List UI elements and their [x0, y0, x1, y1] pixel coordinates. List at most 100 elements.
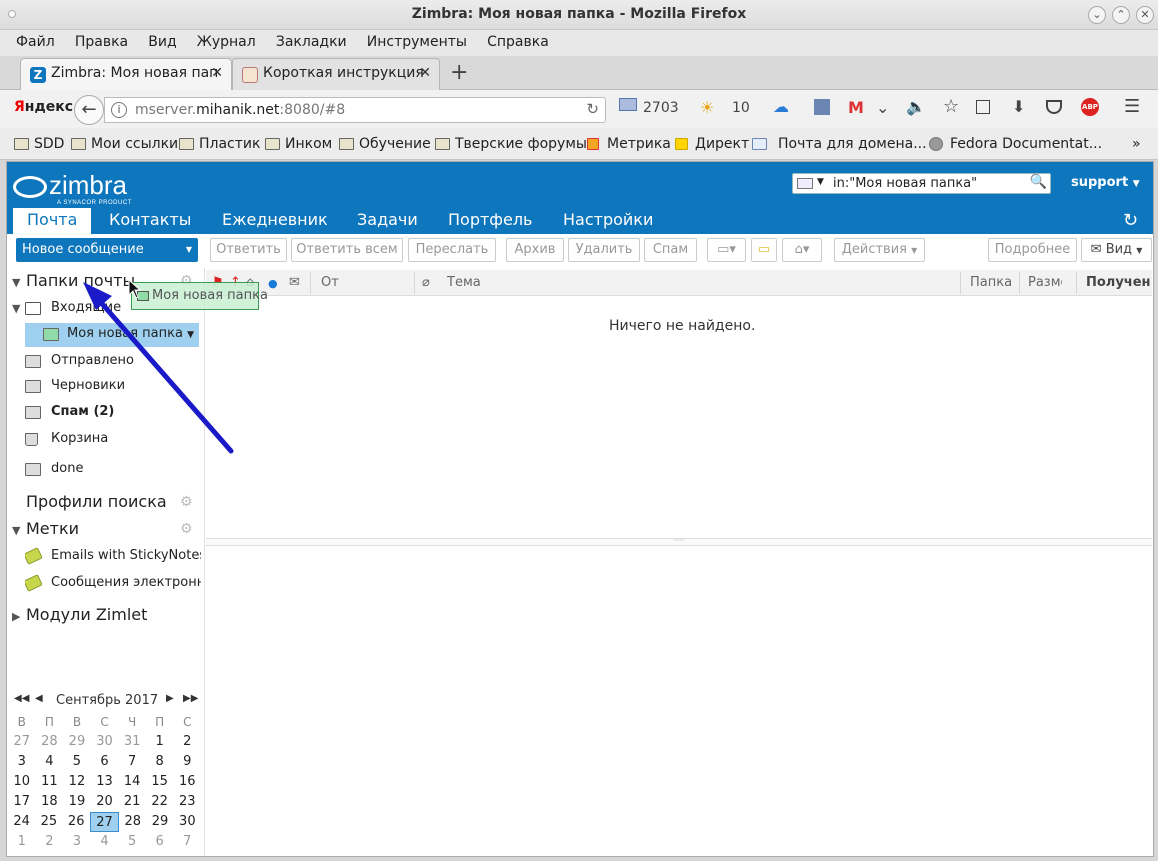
attachment-column-icon[interactable]: ⌀ [422, 275, 430, 290]
folder-sent[interactable]: Отправлено [25, 350, 134, 374]
menu-file[interactable]: Файл [16, 34, 55, 50]
tab-contacts[interactable]: Контакты [109, 208, 191, 234]
calendar-day[interactable]: 1 [8, 832, 36, 852]
calendar-day[interactable]: 31 [118, 732, 146, 752]
column-size[interactable]: Разме [1028, 275, 1062, 290]
calendar-day[interactable]: 21 [118, 792, 146, 812]
pocket-icon[interactable]: ⌄ [876, 98, 889, 117]
tab-mail[interactable]: Почта [13, 208, 92, 234]
move-folder-button[interactable]: ▭▾ [707, 238, 746, 262]
user-menu[interactable]: support ▼ [1071, 175, 1140, 190]
calendar-day[interactable]: 11 [36, 772, 64, 792]
hamburger-menu-icon[interactable]: ☰ [1124, 96, 1140, 117]
folder-spam[interactable]: Спам (2) [25, 401, 114, 425]
search-profiles-header[interactable]: Профили поиска [26, 492, 167, 511]
calendar-day[interactable]: 5 [118, 832, 146, 852]
calendar-day[interactable]: 30 [174, 812, 201, 832]
back-button[interactable]: ← [74, 95, 104, 125]
calendar-day[interactable]: 18 [36, 792, 64, 812]
menu-edit[interactable]: Правка [75, 34, 128, 50]
prev-year-icon[interactable]: ◀◀ [14, 693, 29, 704]
calendar-day[interactable]: 8 [146, 752, 174, 772]
tab-calendar[interactable]: Ежедневник [222, 208, 328, 234]
expand-triangle-icon[interactable]: ▼ [12, 276, 26, 289]
unread-column-icon[interactable]: ● [268, 277, 278, 290]
mail-icon[interactable] [619, 98, 637, 111]
reload-icon[interactable]: ↻ [586, 100, 599, 118]
bookmark-learning[interactable]: Обучение [339, 136, 431, 152]
close-tab-icon[interactable]: ✕ [211, 65, 223, 81]
calendar-day[interactable]: 7 [173, 832, 201, 852]
new-message-button[interactable]: Новое сообщение ▼ [16, 238, 198, 262]
calendar-day[interactable]: 15 [146, 772, 174, 792]
calendar-day[interactable]: 20 [91, 792, 119, 812]
calendar-day[interactable]: 24 [8, 812, 35, 832]
browser-tab-zimbra[interactable]: Z Zimbra: Моя новая пап ✕ [20, 58, 232, 90]
menu-view[interactable]: Вид [148, 34, 176, 50]
calendar-day[interactable]: 12 [63, 772, 91, 792]
folder-drafts[interactable]: Черновики [25, 375, 125, 399]
close-window-icon[interactable]: ✕ [1136, 6, 1154, 24]
chevron-down-icon[interactable]: ▼ [187, 330, 194, 340]
calendar-day[interactable]: 19 [63, 792, 91, 812]
calendar-day[interactable]: 29 [63, 732, 91, 752]
yandex-logo[interactable]: Яндекс [14, 99, 73, 115]
calendar-day[interactable]: 10 [8, 772, 36, 792]
calendar-day[interactable]: 16 [173, 772, 201, 792]
calendar-day[interactable]: 2 [36, 832, 64, 852]
calendar-day[interactable]: 25 [35, 812, 62, 832]
calendar-day[interactable]: 6 [91, 752, 119, 772]
calendar-day[interactable]: 4 [36, 752, 64, 772]
search-field[interactable]: ▼ in:"Моя новая папка" 🔍 [792, 173, 1051, 194]
bookmark-plastik[interactable]: Пластик [179, 136, 260, 152]
chevron-down-icon[interactable]: ▼ [186, 245, 192, 254]
speaker-icon[interactable]: 🔈 [906, 97, 926, 116]
mail-folders-header[interactable]: ▼ Папки почты [12, 271, 135, 290]
spam-button[interactable]: Спам [644, 238, 697, 262]
maximize-icon[interactable]: ⌃ [1112, 6, 1130, 24]
column-subject[interactable]: Тема [447, 275, 481, 290]
column-separator[interactable] [1019, 272, 1020, 294]
gmail-icon[interactable]: M [848, 98, 864, 117]
calendar-day[interactable]: 5 [63, 752, 91, 772]
details-button[interactable]: Подробнее [988, 238, 1077, 262]
tab-preferences[interactable]: Настройки [563, 208, 653, 234]
zimbra-logo[interactable]: zimbra A SYNACOR PRODUCT [13, 170, 131, 206]
calendar-day[interactable]: 3 [63, 832, 91, 852]
reader-icon[interactable] [976, 100, 990, 114]
bookmark-metrika[interactable]: Метрика [587, 136, 671, 152]
menu-history[interactable]: Журнал [197, 34, 256, 50]
column-from[interactable]: От [321, 275, 339, 290]
bookmark-tver-forums[interactable]: Тверские форумы [435, 136, 587, 152]
tab-tasks[interactable]: Задачи [357, 208, 418, 234]
bookmark-inkom[interactable]: Инком [265, 136, 332, 152]
calendar-day[interactable]: 17 [8, 792, 36, 812]
expand-triangle-icon[interactable]: ▼ [12, 302, 26, 315]
calendar-day[interactable]: 1 [146, 732, 174, 752]
calendar-day[interactable]: 4 [91, 832, 119, 852]
bookmark-direct[interactable]: Директ [675, 136, 749, 152]
refresh-icon[interactable]: ↻ [1123, 210, 1138, 231]
calendar-day-today[interactable]: 27 [89, 812, 120, 832]
extension-icon[interactable] [814, 99, 830, 115]
calendar-day[interactable]: 2 [173, 732, 201, 752]
calendar-day[interactable]: 30 [91, 732, 119, 752]
calendar-day[interactable]: 13 [91, 772, 119, 792]
tag-button[interactable]: ⌂▾ [782, 238, 822, 262]
new-tab-icon[interactable]: + [450, 60, 468, 85]
search-icon[interactable]: 🔍 [1030, 174, 1047, 190]
prev-month-icon[interactable]: ◀ [35, 693, 43, 704]
inbox-toggle[interactable]: ▼ [12, 301, 26, 316]
column-folder[interactable]: Папка [970, 275, 1012, 290]
folder-done[interactable]: done [25, 458, 83, 482]
menu-tools[interactable]: Инструменты [367, 34, 467, 50]
calendar-day[interactable]: 27 [8, 732, 36, 752]
column-separator[interactable] [960, 272, 961, 294]
calendar-day[interactable]: 28 [119, 812, 146, 832]
pocket-save-icon[interactable] [1046, 100, 1062, 114]
bookmark-domain-mail[interactable]: Почта для домена... [752, 136, 927, 152]
site-info-icon[interactable]: i [111, 102, 127, 118]
mail-search-type-icon[interactable] [797, 178, 813, 189]
column-separator[interactable] [310, 272, 311, 294]
reading-pane-splitter[interactable]: ···· [206, 537, 1152, 546]
